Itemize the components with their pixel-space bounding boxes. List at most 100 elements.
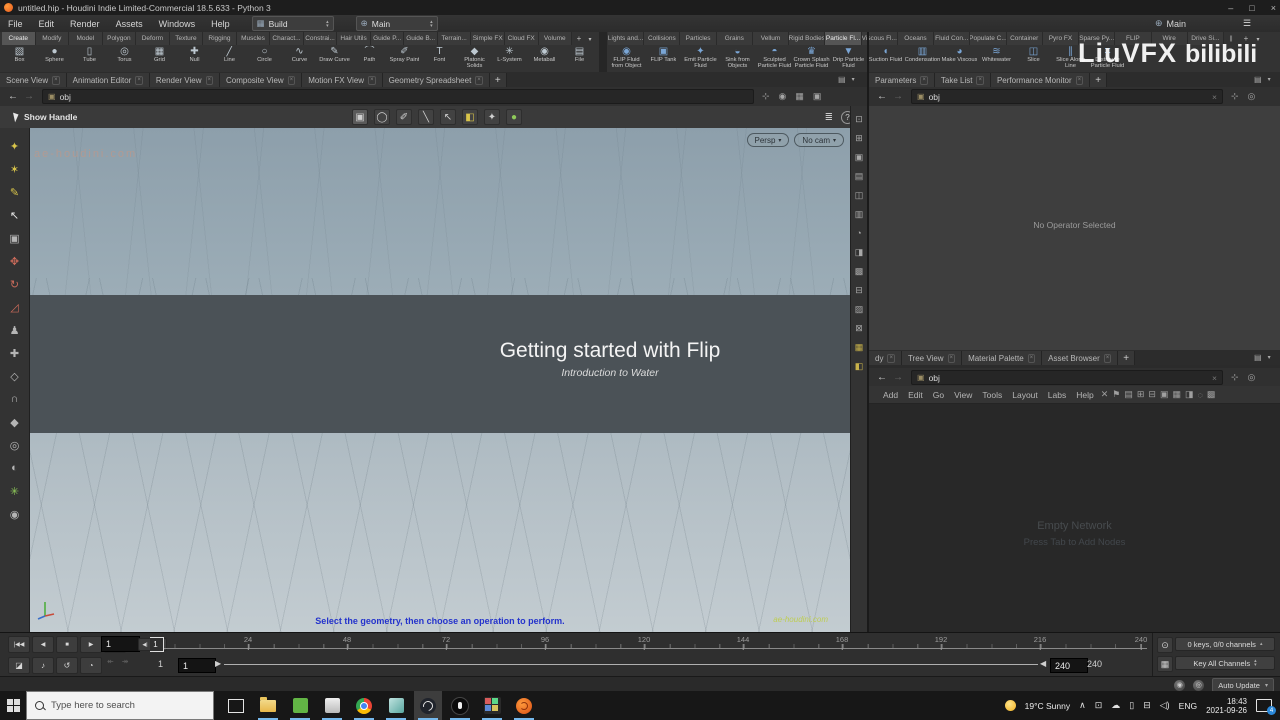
shelf-tab[interactable]: Volume [538,32,573,45]
left-tool-icon[interactable]: ✚ [7,345,23,361]
pane-menu-caret-icon[interactable]: ▾ [852,76,855,83]
shelf-tool[interactable]: ▥ Condensation [904,46,941,72]
add-pane-tab-button[interactable]: + [1090,73,1108,87]
shelf-tool[interactable]: ▤ File [562,46,597,72]
shelf-tool[interactable]: ▯ Tube [72,46,107,72]
follow-selection-icon[interactable]: ◉ [779,91,787,102]
menu-item[interactable]: Render [62,19,108,29]
chrome-button[interactable] [350,691,378,720]
shelf-tab[interactable]: Deform [136,32,170,45]
shelf-tab[interactable]: Sparse Py... [1079,32,1116,45]
network-menu-item[interactable]: Labs [1048,390,1066,400]
recorder-app-button[interactable] [446,691,474,720]
shelf-tool[interactable]: T Font [422,46,457,72]
close-tab-icon[interactable]: × [135,75,143,85]
range-slider-left-handle[interactable]: ▶ [215,659,221,668]
left-tool-icon[interactable]: ♟ [7,322,23,338]
pane-tab[interactable]: Geometry Spreadsheet × [382,73,490,87]
language-indicator[interactable]: ENG [1179,701,1197,711]
pane-list-icon[interactable]: ▤ [1254,353,1262,362]
display-tool-icon[interactable]: ▣ [855,152,864,162]
select-tool-icon[interactable]: ◧ [462,109,478,125]
shelf-tool[interactable]: ✚ Null [177,46,212,72]
message-log-icon[interactable]: ◎ [1193,679,1205,691]
shelf-tool[interactable]: ♛ Crown Splash Particle Fluid [793,46,830,72]
shelf-tab[interactable]: Grains [716,32,753,45]
menu-item[interactable]: Help [203,19,238,29]
add-shelf-tab-button[interactable]: + [1240,32,1252,45]
playbar-option-button[interactable]: ◪ [8,657,30,674]
notes-app-button[interactable] [382,691,410,720]
projection-selector[interactable]: Persp ▾ [746,133,790,147]
shelf-tab[interactable]: Drive Si... [1187,32,1224,45]
playhead-marker[interactable]: 1 [150,637,164,652]
range-end-field[interactable]: 240 [1050,658,1088,673]
select-tool-icon[interactable]: ● [506,109,522,125]
forward-arrow-icon[interactable]: → [893,91,903,102]
close-tab-icon[interactable]: × [368,75,376,85]
pane-tab[interactable]: Render View × [149,73,221,87]
obs-studio-button[interactable] [414,691,442,720]
network-menu-item[interactable]: Layout [1012,390,1038,400]
media-app-button[interactable] [478,691,506,720]
shelf-tab[interactable]: Terrain... [437,32,472,45]
left-tool-icon[interactable]: ∩ [7,391,23,407]
pane-list-icon[interactable]: ▤ [1254,75,1262,84]
volume-icon[interactable]: ◁) [1160,700,1170,711]
shelf-tool[interactable]: ◒ Sink from Objects [719,46,756,72]
shelf-tab[interactable]: Muscles [236,32,271,45]
pin-path-icon[interactable]: ⊹ [762,91,770,102]
network-menu-icon[interactable]: ⊟ [1148,389,1156,400]
shelf-tab[interactable]: Container [1006,32,1043,45]
left-tool-icon[interactable]: ◇ [7,368,23,384]
shelf-menu-caret-icon[interactable]: ▾ [585,34,595,44]
auto-update-select[interactable]: Auto Update ▾ [1212,678,1274,692]
pane-menu-caret-icon[interactable]: ▾ [1268,354,1271,361]
close-tab-icon[interactable]: × [920,75,928,85]
back-arrow-icon[interactable]: ← [8,91,18,102]
shelf-tab[interactable]: Hair Utils [337,32,371,45]
shelf-tab[interactable]: Charact... [270,32,304,45]
left-tool-icon[interactable]: ↖ [7,207,23,223]
network-menu-icon[interactable]: ▩ [1207,389,1216,400]
shelf-tab[interactable]: Pyro FX [1042,32,1080,45]
tray-clock[interactable]: 18:43 2021-09-26 [1206,697,1247,715]
network-menu-item[interactable]: Tools [982,390,1002,400]
add-pane-tab-button[interactable]: + [489,73,507,87]
display-tool-icon[interactable]: ▥ [855,209,864,219]
network-menu-item[interactable]: Help [1076,390,1093,400]
shelf-tab[interactable]: Guide P... [370,32,405,45]
photos-app-button[interactable] [318,691,346,720]
playbar-option-button[interactable]: ↺ [56,657,78,674]
shelf-tab[interactable]: Particles [680,32,717,45]
shelf-tab[interactable]: Polygon [102,32,137,45]
cook-indicator-icon[interactable]: ◉ [1174,679,1186,691]
back-arrow-icon[interactable]: ← [877,372,887,383]
taskbar-search-input[interactable]: Type here to search [26,691,214,720]
select-tool-icon[interactable]: ↖ [440,109,456,125]
tray-chevron-icon[interactable]: ∧ [1079,700,1086,711]
shelf-tool[interactable]: ▼ Drip Particle Fluid [830,46,867,72]
shelf-pause-icon[interactable]: || [1226,34,1236,44]
shelf-tool[interactable]: ✳ L-System [492,46,527,72]
left-tool-icon[interactable]: ◆ [7,414,23,430]
pane-tab[interactable]: Composite View × [220,73,303,87]
shelf-tab[interactable]: Rigid Bodies [789,32,826,45]
range-start-field[interactable]: 1 [178,658,216,673]
pane-tab[interactable]: Tree View × [901,351,963,365]
shelf-tab[interactable]: Constrai... [303,32,338,45]
transport-button[interactable]: |◀◀ [8,636,30,653]
transport-button[interactable]: ■ [56,636,78,653]
left-tool-icon[interactable]: ✳ [7,483,23,499]
path-options-icon[interactable]: ▣ [813,91,822,102]
transport-button[interactable]: ▶ [80,636,102,653]
pin-path-icon[interactable]: ⊹ [1231,372,1239,383]
close-tab-icon[interactable]: × [1027,353,1036,363]
left-tool-icon[interactable]: ✦ [7,138,23,154]
shelf-tool[interactable]: ◎ Torus [107,46,142,72]
clear-path-icon[interactable]: × [1212,92,1217,102]
display-tool-icon[interactable]: ◧ [855,361,864,371]
left-tool-icon[interactable]: ◐ [7,460,23,476]
pane-menu-caret-icon[interactable]: ▾ [1268,76,1271,83]
shelf-tool[interactable]: ○ Circle [247,46,282,72]
